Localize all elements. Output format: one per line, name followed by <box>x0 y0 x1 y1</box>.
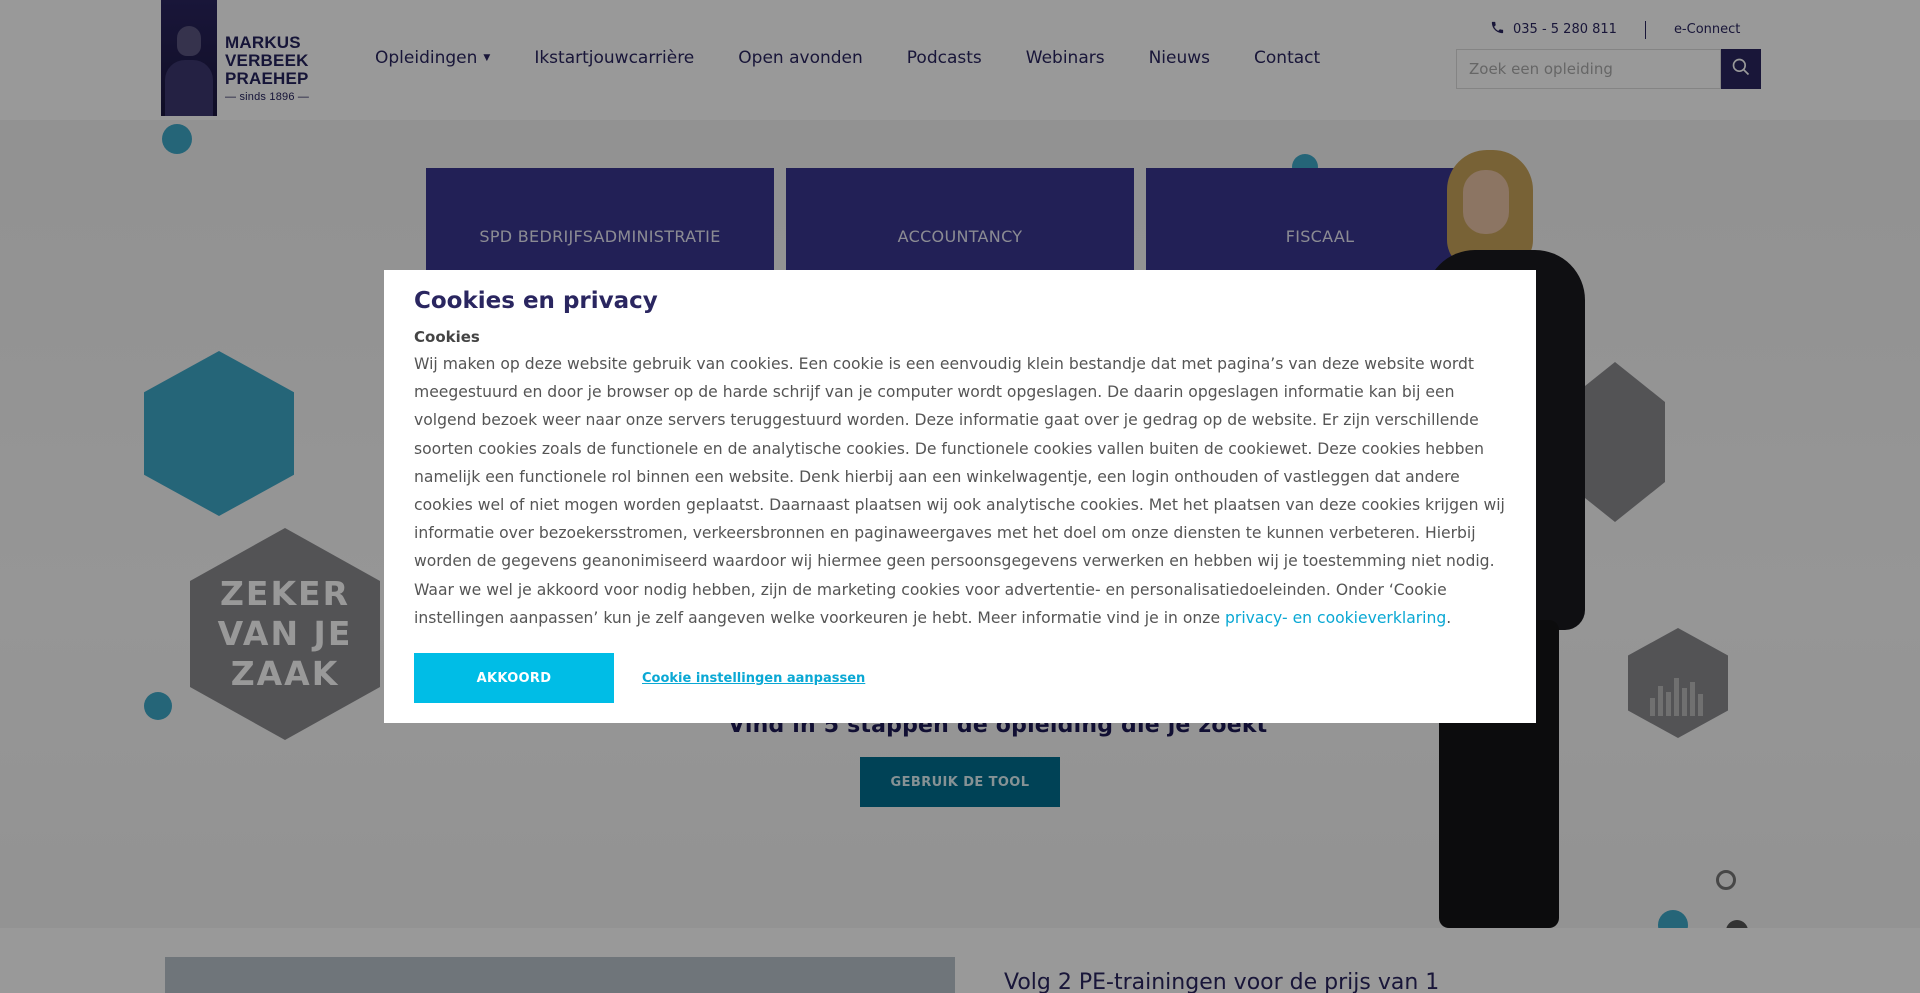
cookie-settings-link[interactable]: Cookie instellingen aanpassen <box>642 671 865 686</box>
modal-body-end: . <box>1446 608 1452 627</box>
modal-body-text: Wij maken op deze website gebruik van co… <box>414 355 1505 627</box>
modal-actions: AKKOORD Cookie instellingen aanpassen <box>414 653 865 703</box>
modal-subtitle: Cookies <box>414 328 480 346</box>
cookie-modal: Cookies en privacy Cookies Wij maken op … <box>384 270 1536 723</box>
modal-title: Cookies en privacy <box>414 288 658 314</box>
accept-button[interactable]: AKKOORD <box>414 653 614 703</box>
modal-body: Wij maken op deze website gebruik van co… <box>414 350 1506 632</box>
privacy-link[interactable]: privacy- en cookieverklaring <box>1225 609 1446 627</box>
